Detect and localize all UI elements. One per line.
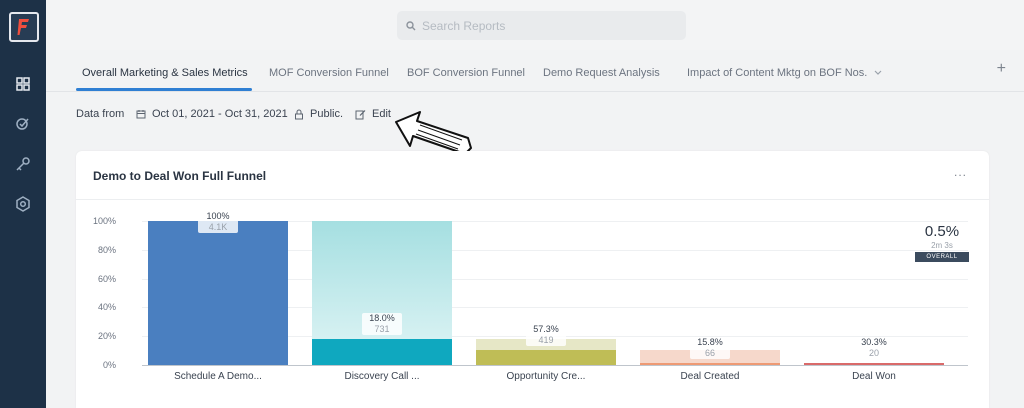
stage-count: 4.1K bbox=[208, 222, 228, 232]
overall-conversion: 0.5% 2m 3s OVERALL bbox=[915, 223, 969, 262]
funnel-card: Demo to Deal Won Full Funnel ... 100% 80%… bbox=[76, 151, 989, 408]
y-tick-label: 60% bbox=[97, 273, 116, 284]
data-label: 18.0% 731 bbox=[362, 313, 402, 336]
data-label: 30.3% 20 bbox=[854, 337, 894, 359]
dashboard-icon[interactable] bbox=[12, 73, 34, 95]
overall-badge: OVERALL bbox=[915, 252, 969, 262]
tab-impact-label: Impact of Content Mktg on BOF Nos. bbox=[687, 67, 868, 79]
visibility-toggle[interactable]: Public. bbox=[294, 108, 343, 120]
funnel-bar bbox=[312, 339, 452, 365]
y-tick-label: 100% bbox=[92, 216, 116, 226]
report-tabs: Overall Marketing & Sales Metrics MOF Co… bbox=[46, 50, 1024, 92]
search-input[interactable]: Search Reports bbox=[397, 11, 686, 40]
overall-time: 2m 3s bbox=[931, 241, 953, 250]
data-label: 100% 4.1K bbox=[198, 211, 238, 233]
stage-count: 20 bbox=[868, 348, 879, 358]
x-category-label: Discovery Call ... bbox=[344, 371, 420, 382]
x-category-label: Schedule A Demo... bbox=[174, 371, 262, 382]
logo-icon bbox=[17, 19, 29, 35]
edit-icon bbox=[355, 109, 366, 119]
chevron-down-icon bbox=[874, 70, 882, 75]
data-label: 57.3% 419 bbox=[526, 324, 566, 347]
edit-button[interactable]: Edit bbox=[355, 108, 391, 120]
data-label: 15.8% 66 bbox=[690, 336, 730, 359]
lock-icon bbox=[295, 109, 303, 119]
settings-icon[interactable] bbox=[12, 193, 34, 215]
funnel-bar bbox=[148, 221, 288, 365]
stage-count: 66 bbox=[704, 347, 715, 358]
conversion-percent: 100% bbox=[206, 211, 230, 221]
y-tick-label: 40% bbox=[97, 302, 116, 313]
card-divider bbox=[76, 199, 989, 200]
y-tick-label: 80% bbox=[97, 244, 116, 255]
x-category-label: Opportunity Cre... bbox=[506, 371, 586, 382]
active-tab-indicator bbox=[76, 88, 252, 91]
y-tick-label: 20% bbox=[97, 331, 116, 342]
x-category-label: Deal Won bbox=[852, 371, 896, 382]
edit-label: Edit bbox=[372, 108, 391, 120]
date-range-picker[interactable]: Oct 01, 2021 - Oct 31, 2021 bbox=[136, 108, 288, 120]
conversion-percent: 18.0% bbox=[369, 313, 395, 324]
funnel-bar bbox=[476, 350, 616, 365]
conversion-percent: 15.8% bbox=[697, 336, 723, 347]
conversion-percent: 57.3% bbox=[533, 324, 559, 335]
stage-count: 731 bbox=[374, 324, 390, 335]
add-tab-button[interactable]: + bbox=[997, 60, 1006, 78]
tab-impact-of-content[interactable]: Impact of Content Mktg on BOF Nos. bbox=[687, 67, 882, 79]
calendar-icon bbox=[136, 110, 146, 119]
analytics-icon[interactable] bbox=[12, 113, 34, 135]
card-title: Demo to Deal Won Full Funnel bbox=[93, 169, 267, 183]
tab-demo-request-analysis[interactable]: Demo Request Analysis bbox=[543, 67, 660, 79]
tab-mof-conversion-funnel[interactable]: MOF Conversion Funnel bbox=[269, 67, 389, 79]
x-axis bbox=[142, 365, 968, 366]
top-bar: Search Reports bbox=[46, 0, 1024, 50]
x-category-label: Deal Created bbox=[680, 371, 740, 382]
sidebar bbox=[0, 0, 46, 408]
y-tick-label: 0% bbox=[102, 360, 116, 370]
tab-bof-conversion-funnel[interactable]: BOF Conversion Funnel bbox=[407, 67, 525, 79]
key-icon[interactable] bbox=[12, 153, 34, 175]
date-range-value: Oct 01, 2021 - Oct 31, 2021 bbox=[152, 108, 288, 120]
overall-value: 0.5% bbox=[924, 223, 960, 240]
data-from-label: Data from bbox=[76, 108, 125, 120]
funnel-bar bbox=[640, 362, 780, 365]
visibility-label: Public. bbox=[310, 108, 344, 120]
tab-overall-marketing-sales[interactable]: Overall Marketing & Sales Metrics bbox=[82, 67, 248, 79]
search-placeholder: Search Reports bbox=[422, 18, 506, 33]
app-logo[interactable] bbox=[9, 12, 39, 42]
funnel-bar bbox=[804, 363, 944, 365]
conversion-percent: 30.3% bbox=[861, 337, 887, 347]
more-options-button[interactable]: ... bbox=[954, 165, 967, 179]
search-icon bbox=[406, 20, 416, 30]
stage-count: 419 bbox=[538, 335, 554, 346]
